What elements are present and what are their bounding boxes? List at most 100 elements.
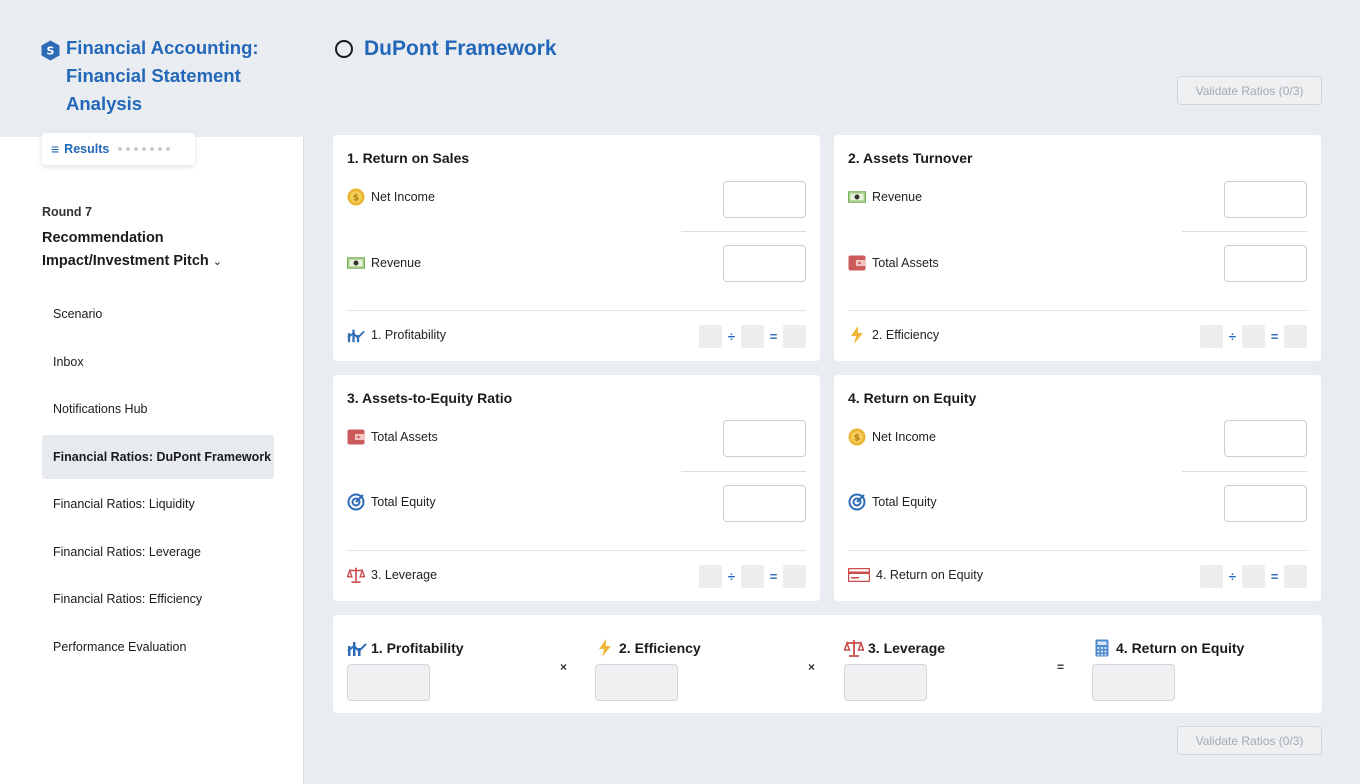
card-return-on-equity: 4. Return on Equity Net Income Total Equ… [834, 375, 1321, 601]
divide-operator: ÷ [727, 569, 736, 584]
round-label: Round 7 [42, 205, 92, 219]
summary-label-text: 1. Profitability [371, 640, 464, 656]
numerator-input[interactable] [1224, 420, 1307, 457]
calc-result-box [1284, 325, 1307, 348]
ratio-calculation: ÷ = [699, 565, 806, 588]
cash-icon [347, 255, 365, 271]
calculator-icon [1092, 639, 1112, 657]
sidebar-nav: Scenario Inbox Notifications Hub Financi… [42, 292, 274, 672]
denominator-input[interactable] [1224, 485, 1307, 522]
chart-icon [347, 639, 367, 657]
efficiency-value [595, 664, 678, 701]
chevron-down-icon: ⌄ [212, 256, 223, 268]
card-assets-to-equity: 3. Assets-to-Equity Ratio Total Assets T… [333, 375, 820, 601]
validate-ratios-button[interactable]: Validate Ratios (0/3) [1177, 76, 1322, 105]
denominator-input[interactable] [723, 485, 806, 522]
equals-operator: = [1270, 569, 1279, 584]
fraction-line [681, 231, 806, 232]
ratio-calculation: ÷ = [1200, 565, 1307, 588]
wallet-icon [848, 255, 866, 271]
sidebar-item-notifications-hub[interactable]: Notifications Hub [42, 387, 274, 431]
svg-text:S: S [47, 45, 55, 58]
result-label: 1. Profitability [347, 327, 446, 343]
sidebar-item-performance-evaluation[interactable]: Performance Evaluation [42, 625, 274, 669]
return-on-equity-value [1092, 664, 1175, 701]
numerator-text: Total Assets [371, 430, 438, 444]
result-label: 4. Return on Equity [848, 567, 983, 583]
lightning-icon [595, 639, 615, 657]
numerator-input[interactable] [1224, 181, 1307, 218]
summary-efficiency: 2. Efficiency [595, 639, 701, 701]
card-icon [848, 567, 870, 583]
target-icon [848, 494, 866, 510]
results-button[interactable]: ≡ Results [42, 133, 195, 165]
calc-result-box [1284, 565, 1307, 588]
ratio-calculation: ÷ = [699, 325, 806, 348]
fraction-line [681, 471, 806, 472]
summary-label: 1. Profitability [347, 639, 464, 657]
numerator-text: Net Income [371, 190, 435, 204]
sidebar-item-inbox[interactable]: Inbox [42, 340, 274, 384]
divide-operator: ÷ [727, 329, 736, 344]
summary-label-text: 3. Leverage [868, 640, 946, 656]
denominator-input[interactable] [723, 245, 806, 282]
target-icon [347, 494, 365, 510]
calc-box [1242, 325, 1265, 348]
dupont-summary: 1. Profitability × 2. Efficiency × 3. Le… [333, 615, 1322, 713]
summary-label-text: 4. Return on Equity [1116, 640, 1245, 656]
divider [848, 550, 1307, 551]
calc-box [741, 565, 764, 588]
denominator-text: Revenue [371, 256, 422, 270]
calc-box [1200, 565, 1223, 588]
denominator-label: Total Assets [848, 255, 939, 271]
divider [347, 550, 806, 551]
divider [347, 310, 806, 311]
numerator-label: Net Income [848, 429, 936, 445]
numerator-text: Net Income [872, 430, 936, 444]
card-return-on-sales: 1. Return on Sales Net Income Revenue 1.… [333, 135, 820, 361]
lightning-icon [848, 327, 866, 343]
progress-dots [118, 147, 171, 151]
sidebar: S Financial Accounting: Financial Statem… [0, 0, 304, 784]
summary-label: 4. Return on Equity [1092, 639, 1244, 657]
denominator-text: Total Assets [872, 256, 939, 270]
summary-return-on-equity: 4. Return on Equity [1092, 639, 1244, 701]
sidebar-item-efficiency[interactable]: Financial Ratios: Efficiency [42, 577, 274, 621]
fraction-line [1182, 471, 1307, 472]
denominator-input[interactable] [1224, 245, 1307, 282]
result-text: 1. Profitability [371, 328, 447, 342]
sidebar-header: S Financial Accounting: Financial Statem… [0, 0, 304, 137]
numerator-input[interactable] [723, 181, 806, 218]
calc-result-box [783, 325, 806, 348]
sidebar-item-scenario[interactable]: Scenario [42, 292, 274, 336]
validate-ratios-button-bottom[interactable]: Validate Ratios (0/3) [1177, 726, 1322, 755]
card-title: 2. Assets Turnover [848, 150, 973, 166]
coin-icon [347, 189, 365, 205]
sidebar-item-dupont-framework[interactable]: Financial Ratios: DuPont Framework [42, 434, 274, 479]
calc-box [699, 325, 722, 348]
scale-icon [347, 567, 365, 583]
coin-icon [848, 429, 866, 445]
times-operator: × [560, 660, 568, 674]
summary-label: 2. Efficiency [595, 639, 701, 657]
course-logo-icon: S [41, 40, 60, 61]
summary-label: 3. Leverage [844, 639, 945, 657]
summary-profitability: 1. Profitability [347, 639, 464, 701]
round-title[interactable]: Recommendation Impact/Investment Pitch ⌄ [42, 227, 282, 274]
result-label: 2. Efficiency [848, 327, 939, 343]
denominator-label: Total Equity [347, 494, 436, 510]
denominator-text: Total Equity [872, 495, 937, 509]
sidebar-item-leverage[interactable]: Financial Ratios: Leverage [42, 530, 274, 574]
equals-operator: = [1270, 329, 1279, 344]
divider [848, 310, 1307, 311]
calc-box [1242, 565, 1265, 588]
divide-operator: ÷ [1228, 329, 1237, 344]
card-assets-turnover: 2. Assets Turnover Revenue Total Assets … [834, 135, 1321, 361]
numerator-input[interactable] [723, 420, 806, 457]
results-label: Results [64, 142, 110, 156]
denominator-label: Total Equity [848, 494, 937, 510]
fraction-line [1182, 231, 1307, 232]
denominator-label: Revenue [347, 255, 421, 271]
summary-leverage: 3. Leverage [844, 639, 945, 701]
sidebar-item-liquidity[interactable]: Financial Ratios: Liquidity [42, 482, 274, 526]
